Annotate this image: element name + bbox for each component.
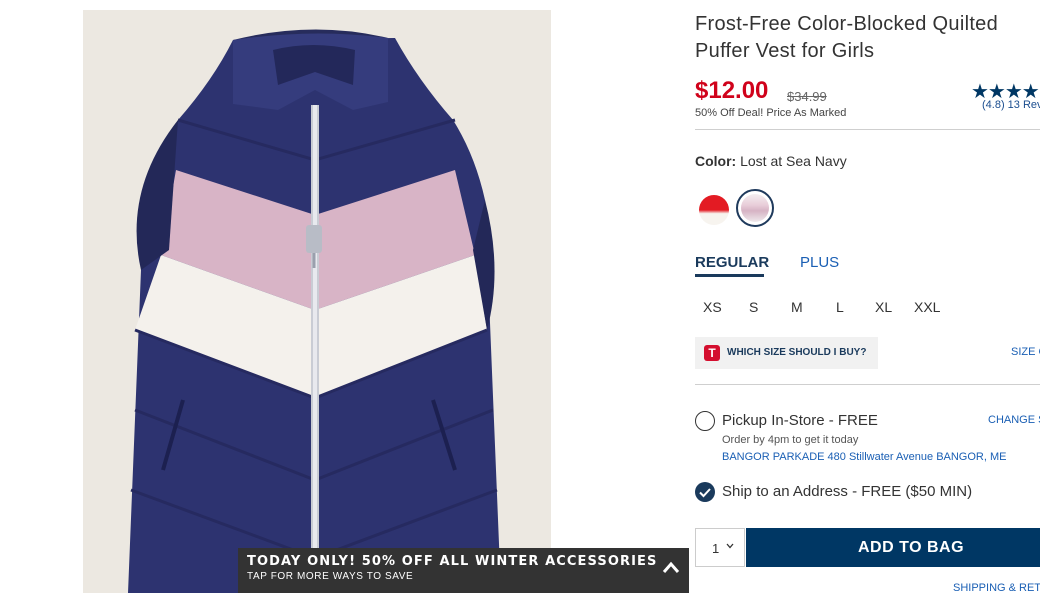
size-m[interactable]: M <box>791 299 803 315</box>
checkmark-icon <box>699 488 711 498</box>
swatch-navy-selected[interactable] <box>736 189 774 227</box>
shipping-returns-link[interactable]: SHIPPING & RETURNS <box>953 582 1040 593</box>
store-address-link[interactable]: BANGOR PARKADE 480 Stillwater Avenue BAN… <box>722 451 1006 463</box>
quantity-value: 1 <box>712 541 720 556</box>
promo-title: TODAY ONLY! 50% OFF ALL WINTER ACCESSORI… <box>247 554 658 569</box>
change-store-link[interactable]: CHANGE STORE <box>988 414 1040 426</box>
size-xl[interactable]: XL <box>875 299 892 315</box>
puffer-vest-illustration <box>83 10 551 593</box>
swatch-navy-fill <box>741 194 769 222</box>
color-value: Lost at Sea Navy <box>740 153 847 169</box>
divider <box>695 384 1040 385</box>
which-size-label: WHICH SIZE SHOULD I BUY? <box>727 347 867 358</box>
rating-link[interactable]: (4.8) 13 Reviews <box>982 99 1040 111</box>
original-price: $34.99 <box>787 89 827 104</box>
sale-price: $12.00 <box>695 77 769 104</box>
color-label: Color: <box>695 153 737 169</box>
pickup-radio[interactable] <box>695 411 715 431</box>
promo-subtitle: TAP FOR MORE WAYS TO SAVE <box>247 571 414 582</box>
chevron-down-icon <box>726 543 734 549</box>
deal-text: 50% Off Deal! Price As Marked <box>695 107 847 119</box>
add-to-bag-button[interactable]: ADD TO BAG <box>746 528 1040 567</box>
ship-label[interactable]: Ship to an Address - FREE ($50 MIN) <box>722 483 972 500</box>
quantity-select[interactable]: 1 <box>695 528 745 567</box>
size-s[interactable]: S <box>749 299 758 315</box>
pickup-label[interactable]: Pickup In-Store - FREE <box>722 412 878 429</box>
product-title: Frost-Free Color-Blocked Quilted Puffer … <box>695 13 999 62</box>
size-chart-link[interactable]: SIZE CHART <box>1011 346 1040 358</box>
swatch-red[interactable] <box>699 195 729 225</box>
true-fit-logo-icon: T <box>704 345 720 361</box>
product-image[interactable] <box>83 10 551 593</box>
promo-banner[interactable]: TODAY ONLY! 50% OFF ALL WINTER ACCESSORI… <box>238 548 689 593</box>
which-size-button[interactable]: T WHICH SIZE SHOULD I BUY? <box>695 337 878 369</box>
divider <box>695 129 1040 130</box>
order-by-text: Order by 4pm to get it today <box>722 434 859 446</box>
tab-regular[interactable]: REGULAR <box>695 254 769 271</box>
color-label-row: Color: Lost at Sea Navy <box>695 153 847 169</box>
size-xxl[interactable]: XXL <box>914 299 940 315</box>
add-to-bag-label: ADD TO BAG <box>858 539 965 556</box>
chevron-up-icon[interactable] <box>661 558 681 578</box>
size-xs[interactable]: XS <box>703 299 722 315</box>
product-details: Frost-Free Color-Blocked Quilted Puffer … <box>695 0 1040 593</box>
tab-plus[interactable]: PLUS <box>800 254 839 271</box>
size-l[interactable]: L <box>836 299 844 315</box>
ship-radio[interactable] <box>695 482 715 502</box>
active-tab-underline <box>695 274 764 277</box>
